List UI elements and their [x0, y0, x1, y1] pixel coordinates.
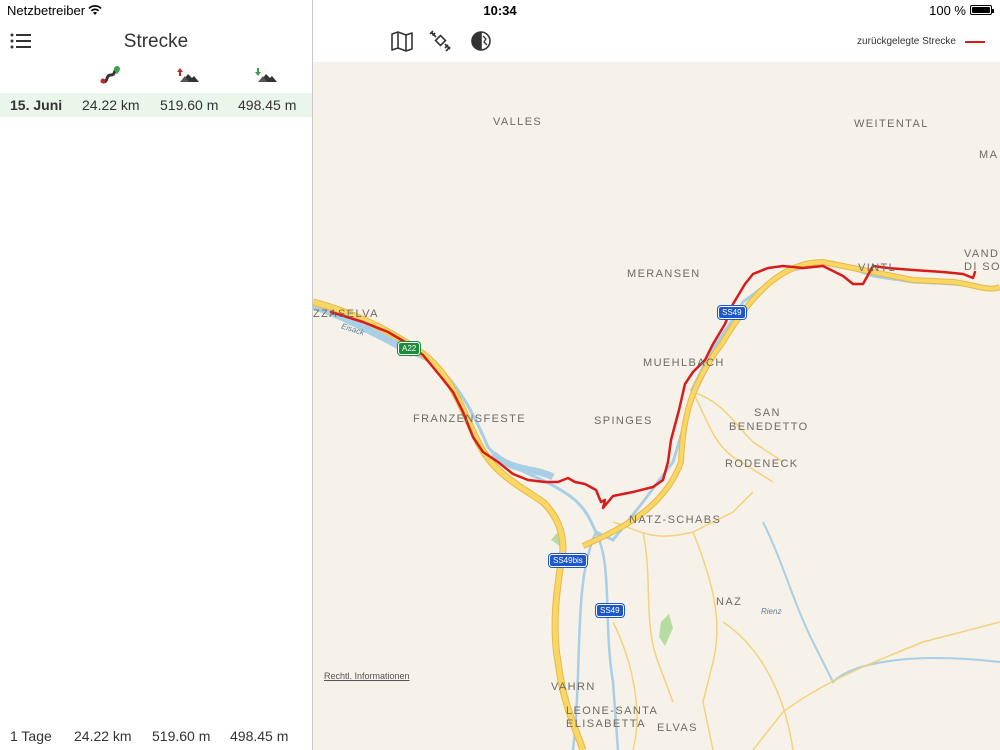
- ascent-icon: [177, 68, 199, 82]
- place-label: SAN: [754, 407, 781, 419]
- descent-icon: [255, 68, 277, 82]
- clock: 10:34: [483, 3, 517, 18]
- place-label: MA: [979, 149, 999, 161]
- place-label: BENEDETTO: [729, 421, 809, 433]
- map-view[interactable]: VALLES WEITENTAL MA MERANSEN VAND DI SO …: [313, 62, 1000, 750]
- road-badge: SS49: [718, 306, 746, 319]
- footer-days: 1 Tage: [10, 728, 52, 744]
- place-label: ELISABETTA: [566, 718, 646, 730]
- status-bar: Netzbetreiber 10:34 100 %: [0, 0, 1000, 22]
- place-label: DI SO: [964, 261, 1000, 273]
- footer-descent: 498.45 m: [230, 728, 289, 744]
- place-label: VALLES: [493, 116, 543, 128]
- river-label: Rienz: [761, 607, 782, 616]
- row-date: 15. Juni: [10, 97, 63, 113]
- day-row[interactable]: 15. Juni 24.22 km 519.60 m 498.45 m: [0, 93, 312, 117]
- battery-percent: 100 %: [929, 3, 966, 18]
- place-label: MERANSEN: [627, 268, 701, 280]
- road-badge: SS49: [596, 604, 624, 617]
- row-descent: 498.45 m: [238, 97, 297, 113]
- road-badge: SS49bis: [549, 554, 587, 567]
- footer-ascent: 519.60 m: [152, 728, 211, 744]
- track-sidebar: Strecke 15. Juni 24.22 km 519.60 m 498.4…: [0, 22, 312, 750]
- footer-distance: 24.22 km: [74, 728, 132, 744]
- totals-footer: 1 Tage 24.22 km 519.60 m 498.45 m: [0, 726, 312, 748]
- place-label: NAZ: [716, 596, 743, 608]
- place-label: VAHRN: [551, 681, 596, 693]
- road-badge: A22: [398, 342, 421, 355]
- place-label: FRANZENSFESTE: [413, 413, 526, 425]
- map-toolbar: zurückgelegte Strecke: [313, 22, 1000, 62]
- hybrid-icon[interactable]: [469, 30, 493, 52]
- place-label: RODENECK: [725, 458, 799, 470]
- row-distance: 24.22 km: [82, 97, 140, 113]
- row-ascent: 519.60 m: [160, 97, 219, 113]
- place-label: VINTL: [858, 262, 897, 274]
- battery-icon: [970, 5, 994, 15]
- legend-track-line: [965, 41, 985, 43]
- place-label: MUEHLBACH: [643, 357, 725, 369]
- place-label: NATZ-SCHABS: [629, 514, 722, 526]
- legal-info-link[interactable]: Rechtl. Informationen: [324, 671, 410, 681]
- place-label: SPINGES: [594, 415, 653, 427]
- sidebar-title: Strecke: [123, 31, 189, 52]
- map-icon[interactable]: [390, 30, 414, 52]
- place-label: ZZASELVA: [313, 308, 379, 320]
- place-label: ELVAS: [657, 722, 698, 734]
- place-label: VAND: [964, 248, 1000, 260]
- map-canvas: [313, 258, 1000, 750]
- legend-label: zurückgelegte Strecke: [857, 36, 956, 47]
- place-label: LEONE-SANTA: [566, 705, 659, 717]
- satellite-icon[interactable]: [429, 30, 453, 52]
- place-label: WEITENTAL: [854, 118, 929, 130]
- route-distance-icon: [100, 66, 120, 84]
